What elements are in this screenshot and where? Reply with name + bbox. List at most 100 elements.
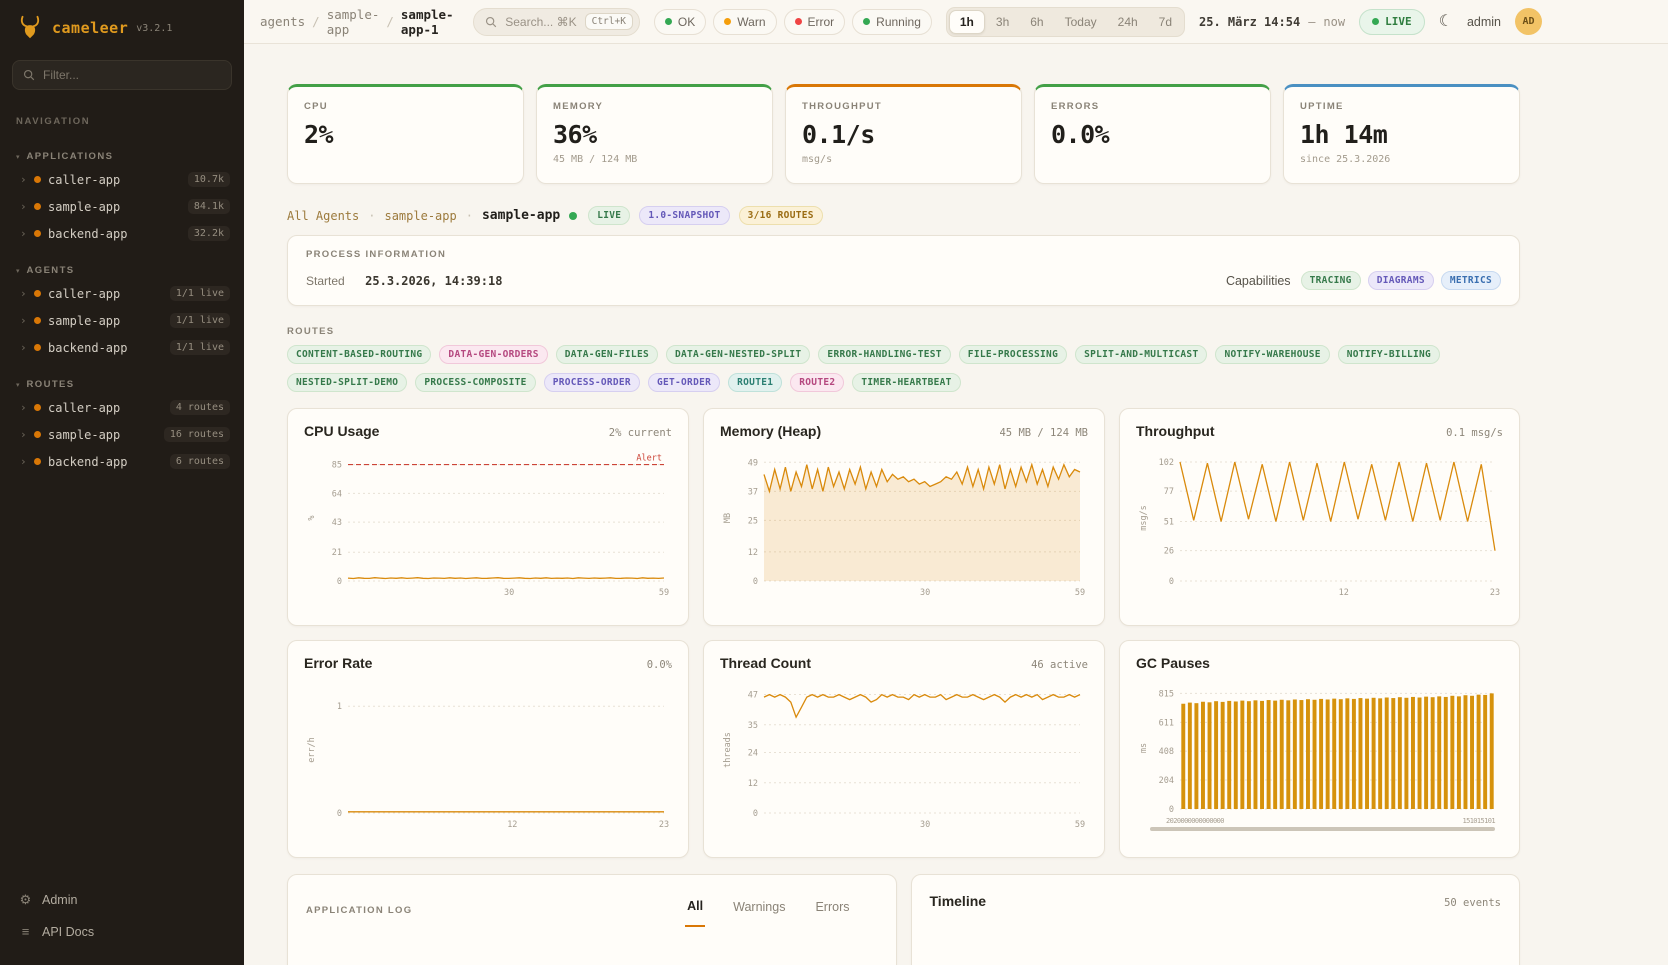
range-button-1h[interactable]: 1h [949, 10, 985, 34]
route-badge-content-based-routing[interactable]: CONTENT-BASED-ROUTING [287, 345, 431, 364]
svg-text:102: 102 [1159, 458, 1174, 468]
route-badge-file-processing[interactable]: FILE-PROCESSING [959, 345, 1067, 364]
process-capabilities: Capabilities TRACINGDIAGRAMSMETRICS [1226, 271, 1501, 290]
badge-live: LIVE [588, 206, 630, 225]
avatar[interactable]: AD [1515, 8, 1542, 35]
chevron-right-icon: › [20, 173, 27, 186]
sidebar-group-header[interactable]: ▾APPLICATIONS [0, 147, 244, 166]
agent-breadcrumb-link-sample-app[interactable]: sample-app [384, 209, 456, 223]
sidebar-item-label: backend-app [48, 341, 127, 355]
log-tab-errors[interactable]: Errors [813, 893, 851, 927]
user-name: admin [1467, 15, 1501, 29]
sidebar-group-label: AGENTS [27, 265, 75, 276]
route-badge-get-order[interactable]: GET-ORDER [648, 373, 720, 392]
status-filter-running[interactable]: Running [852, 9, 932, 35]
live-label: LIVE [1385, 15, 1412, 28]
sidebar-filter[interactable] [12, 60, 232, 90]
svg-text:23: 23 [1490, 588, 1500, 598]
sidebar-footer-admin[interactable]: ⚙Admin [6, 884, 238, 916]
theme-toggle-button[interactable]: ☾ [1439, 14, 1453, 30]
breadcrumb-item-agents[interactable]: agents [260, 14, 305, 29]
chevron-right-icon: › [20, 428, 27, 441]
sidebar-item-routes-caller-app[interactable]: ›caller-app4 routes [0, 394, 244, 421]
sidebar: cameleer v3.2.1 NAVIGATION ▾APPLICATIONS… [0, 0, 244, 965]
route-badge-nested-split-demo[interactable]: NESTED-SPLIT-DEMO [287, 373, 407, 392]
breadcrumb-item-sample-app[interactable]: sample-app [327, 7, 380, 37]
search-icon [23, 69, 35, 81]
badge-1-0-snapshot: 1.0-SNAPSHOT [639, 206, 729, 225]
sidebar-item-applications-sample-app[interactable]: ›sample-app84.1k [0, 193, 244, 220]
range-button-today[interactable]: Today [1055, 10, 1107, 34]
status-filter-ok[interactable]: OK [654, 9, 706, 35]
sidebar-item-label: backend-app [48, 227, 127, 241]
status-filters: OK Warn ErrorRunning [654, 9, 932, 35]
svg-text:77: 77 [1164, 487, 1174, 497]
status-dot [34, 290, 41, 297]
route-badge-route1[interactable]: ROUTE1 [728, 373, 782, 392]
sidebar-item-agents-backend-app[interactable]: ›backend-app1/1 live [0, 334, 244, 361]
range-button-24h[interactable]: 24h [1108, 10, 1148, 34]
route-badge-notify-billing[interactable]: NOTIFY-BILLING [1338, 345, 1440, 364]
chevron-right-icon: › [20, 314, 27, 327]
route-badge-data-gen-files[interactable]: DATA-GEN-FILES [556, 345, 658, 364]
timeline-title: Timeline [930, 893, 987, 909]
status-filter-warn[interactable]: Warn [713, 9, 776, 35]
sidebar-item-count: 1/1 live [170, 286, 230, 301]
sidebar-group-header[interactable]: ▾ROUTES [0, 375, 244, 394]
svg-text:msg/s: msg/s [1139, 505, 1149, 531]
sidebar-footer-api-docs[interactable]: ≡API Docs [6, 916, 238, 947]
filter-input[interactable] [43, 68, 221, 82]
gear-icon: ⚙ [18, 892, 33, 908]
route-badge-process-order[interactable]: PROCESS-ORDER [544, 373, 640, 392]
global-search[interactable]: Search... ⌘K Ctrl+K [473, 8, 640, 36]
log-tab-all[interactable]: All [685, 893, 705, 927]
status-filter-error[interactable]: Error [784, 9, 846, 35]
sidebar-group-header[interactable]: ▾AGENTS [0, 261, 244, 280]
svg-text:2020000000000000: 2020000000000000 [1166, 817, 1224, 825]
sidebar-group-applications: ▾APPLICATIONS›caller-app10.7k›sample-app… [0, 147, 244, 247]
stat-card-uptime: UPTIME1h 14msince 25.3.2026 [1283, 84, 1520, 184]
route-badge-notify-warehouse[interactable]: NOTIFY-WAREHOUSE [1215, 345, 1329, 364]
range-button-6h[interactable]: 6h [1020, 10, 1053, 34]
stat-cards: CPU2%MEMORY36%45 MB / 124 MBTHROUGHPUT0.… [287, 84, 1520, 184]
sidebar-item-label: backend-app [48, 455, 127, 469]
sidebar-item-label: sample-app [48, 200, 120, 214]
route-badge-split-and-multicast[interactable]: SPLIT-AND-MULTICAST [1075, 345, 1207, 364]
svg-text:43: 43 [332, 518, 342, 528]
log-tab-warnings[interactable]: Warnings [731, 893, 787, 927]
svg-text:21: 21 [332, 548, 342, 558]
timeline-header: Timeline 50 events [930, 893, 1502, 909]
chart-svg: 8156114082040ms2020000000000000151015101 [1136, 677, 1503, 835]
svg-text:ms: ms [1139, 743, 1149, 753]
timeline-panel: Timeline 50 events [911, 874, 1521, 965]
agent-breadcrumb-current: sample-app [482, 208, 560, 223]
chart-card-memory-heap: Memory (Heap)45 MB / 124 MB493725120MB30… [703, 408, 1105, 626]
route-badge-data-gen-orders[interactable]: DATA-GEN-ORDERS [439, 345, 547, 364]
logo-icon [16, 14, 44, 42]
status-dot [34, 458, 41, 465]
sidebar-item-routes-backend-app[interactable]: ›backend-app6 routes [0, 448, 244, 475]
svg-text:0: 0 [337, 809, 342, 819]
status-dot [34, 317, 41, 324]
chart-plot: 493725120MB3059 [720, 445, 1088, 608]
route-badge-data-gen-nested-split[interactable]: DATA-GEN-NESTED-SPLIT [666, 345, 810, 364]
svg-text:815: 815 [1159, 689, 1174, 699]
sidebar-item-agents-caller-app[interactable]: ›caller-app1/1 live [0, 280, 244, 307]
route-badge-timer-heartbeat[interactable]: TIMER-HEARTBEAT [852, 373, 960, 392]
route-badge-error-handling-test[interactable]: ERROR-HANDLING-TEST [818, 345, 950, 364]
sidebar-item-applications-caller-app[interactable]: ›caller-app10.7k [0, 166, 244, 193]
route-badge-process-composite[interactable]: PROCESS-COMPOSITE [415, 373, 535, 392]
chart-card-thread-count: Thread Count46 active473524120threads305… [703, 640, 1105, 858]
sidebar-item-applications-backend-app[interactable]: ›backend-app32.2k [0, 220, 244, 247]
svg-text:%: % [307, 515, 317, 520]
route-badge-route2[interactable]: ROUTE2 [790, 373, 844, 392]
agent-breadcrumb-link-all-agents[interactable]: All Agents [287, 209, 359, 223]
sidebar-footer-label: API Docs [42, 925, 94, 939]
live-dot [1372, 18, 1379, 25]
sidebar-item-agents-sample-app[interactable]: ›sample-app1/1 live [0, 307, 244, 334]
range-button-3h[interactable]: 3h [986, 10, 1019, 34]
chart-title: GC Pauses [1136, 655, 1210, 671]
sidebar-item-routes-sample-app[interactable]: ›sample-app16 routes [0, 421, 244, 448]
range-button-7d[interactable]: 7d [1149, 10, 1182, 34]
svg-text:611: 611 [1159, 718, 1174, 728]
